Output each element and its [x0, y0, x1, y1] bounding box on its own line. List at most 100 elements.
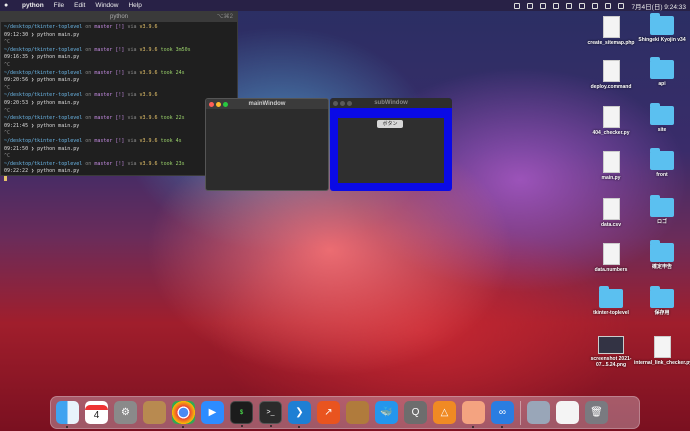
terminal-prompt: 09:21:50 ❯ python main.py: [4, 145, 80, 152]
folder-icon: [650, 240, 674, 262]
desktop-icon-label: api: [658, 81, 666, 87]
terminal-blank: ^C: [4, 84, 11, 91]
folder-icon: [599, 286, 623, 308]
terminal-via: via: [124, 115, 140, 122]
doc-icon: [602, 151, 620, 173]
document-icon[interactable]: [556, 401, 579, 424]
terminal-line: ^C: [4, 108, 234, 116]
desktop-icon[interactable]: Shingeki Kyojin v34: [634, 13, 690, 43]
contacts-icon[interactable]: [143, 401, 166, 424]
diagram-icon[interactable]: △: [433, 401, 456, 424]
desktop-icon[interactable]: 確定申告: [634, 240, 690, 270]
terminal-line: 09:20:53 ❯ python main.py: [4, 100, 234, 108]
desktop-icon[interactable]: deploy.command: [583, 60, 639, 90]
terminal-rest: on: [82, 115, 95, 122]
desktop-icon-label: internal_link_checker.py: [634, 360, 690, 366]
status-icon[interactable]: [514, 2, 521, 9]
sub-window-title: subWindow: [374, 100, 408, 106]
menu-help[interactable]: Help: [128, 2, 141, 9]
terminal-rest: on: [82, 46, 95, 53]
status-area: 7月4日(日) 9:24:33: [514, 1, 686, 11]
terminal-path: ~/desktop/tkinter-toplevel: [4, 69, 83, 76]
terminal-blank: ^C: [4, 153, 11, 160]
terminal-line: ~/desktop/tkinter-toplevel on master [!]…: [4, 115, 234, 123]
status-icon[interactable]: [566, 2, 573, 9]
terminal-titlebar[interactable]: python ⌥⌘2: [1, 12, 237, 22]
zoom-icon[interactable]: ▶: [201, 401, 224, 424]
iterm-icon[interactable]: $: [230, 401, 253, 427]
terminal-output[interactable]: ~/desktop/tkinter-toplevel on master [!]…: [1, 22, 237, 186]
menu-window[interactable]: Window: [95, 2, 118, 9]
terminal-branch: master [!]: [94, 160, 125, 167]
terminal-icon[interactable]: >_: [259, 401, 282, 427]
desktop-icon-label: data.csv: [600, 222, 621, 228]
quicktime-icon[interactable]: Q: [404, 401, 427, 424]
sub-window-titlebar[interactable]: subWindow: [330, 98, 452, 108]
terminal-py: v3.9.6: [139, 160, 158, 167]
thumb-icon: [598, 336, 624, 354]
folder-icon: [650, 195, 674, 217]
desktop-icon[interactable]: tkinter-toplevel: [583, 286, 639, 316]
terminal-line: ^C: [4, 85, 234, 93]
terminal-py: v3.9.6: [139, 69, 158, 76]
chrome-icon[interactable]: [172, 401, 195, 428]
infinity-icon[interactable]: ∞: [491, 401, 514, 428]
status-icon[interactable]: [553, 2, 560, 9]
screenshot-icon[interactable]: [527, 401, 550, 424]
menu-edit[interactable]: Edit: [74, 2, 85, 9]
terminal-line: ^C: [4, 153, 234, 161]
desktop-icon[interactable]: screenshot 2021-07...5.24.png: [583, 336, 639, 368]
desktop-icon-label: screenshot 2021-07...5.24.png: [590, 356, 632, 368]
trash-icon[interactable]: 🗑: [585, 401, 608, 424]
status-icon[interactable]: [540, 2, 547, 9]
docker-icon[interactable]: 🐳: [375, 401, 398, 424]
terminal-via: via: [124, 46, 140, 53]
terminal-took: took 24s: [157, 69, 185, 76]
menu-file[interactable]: File: [54, 2, 64, 9]
desktop-icon[interactable]: api: [634, 57, 690, 87]
terminal-line: ^C: [4, 62, 234, 70]
doc-icon: [653, 336, 671, 358]
tk-button[interactable]: ボタン: [377, 120, 403, 128]
apple-menu-icon[interactable]: ●: [4, 2, 12, 9]
sub-window[interactable]: subWindow: [330, 98, 452, 191]
bluetooth-icon[interactable]: [579, 2, 586, 9]
terminal-window[interactable]: python ⌥⌘2 ~/desktop/tkinter-toplevel on…: [0, 11, 238, 181]
main-window-titlebar[interactable]: mainWindow: [206, 99, 328, 109]
terminal-prompt: 09:22:22 ❯ python main.py: [4, 168, 80, 175]
terminal-prompt: 09:16:35 ❯ python main.py: [4, 54, 80, 61]
desktop-icon[interactable]: site: [634, 103, 690, 133]
trend-icon[interactable]: ↗: [317, 401, 340, 424]
archive-icon[interactable]: [346, 401, 369, 424]
wifi-icon[interactable]: [592, 2, 599, 9]
terminal-path: ~/desktop/tkinter-toplevel: [4, 115, 83, 122]
desktop-icon[interactable]: 404_checker.py: [583, 106, 639, 136]
app-menu[interactable]: python: [22, 2, 44, 9]
desktop-icon[interactable]: front: [634, 148, 690, 178]
terminal-line: 09:21:45 ❯ python main.py: [4, 123, 234, 131]
terminal-path: ~/desktop/tkinter-toplevel: [4, 46, 83, 53]
control-center-icon[interactable]: [618, 2, 625, 9]
main-window[interactable]: mainWindow: [205, 98, 329, 191]
desktop-icon[interactable]: create_sitemap.php: [583, 16, 639, 46]
clock[interactable]: 7月4日(日) 9:24:33: [631, 1, 686, 11]
search-icon[interactable]: [605, 2, 612, 9]
system-preferences-icon[interactable]: ⚙: [114, 401, 137, 424]
desktop-icon[interactable]: data.csv: [583, 198, 639, 228]
calendar-icon[interactable]: 4: [85, 401, 108, 424]
finder-icon[interactable]: [56, 401, 79, 428]
status-icon[interactable]: [527, 2, 534, 9]
desktop-icon[interactable]: main.py: [583, 151, 639, 181]
main-window-title: mainWindow: [248, 101, 286, 107]
terminal-blank: ^C: [4, 130, 11, 137]
desktop-icon[interactable]: 保存用: [634, 286, 690, 316]
desktop-icon-label: 404_checker.py: [592, 130, 630, 136]
desktop-icon[interactable]: internal_link_checker.py: [634, 336, 690, 366]
desktop-icon[interactable]: ロゴ: [634, 195, 690, 225]
folder-icon: [650, 286, 674, 308]
vscode-icon[interactable]: ❯: [288, 401, 311, 428]
terminal-via: via: [124, 24, 140, 30]
preview-icon[interactable]: [462, 401, 485, 428]
terminal-line: 09:20:56 ❯ python main.py: [4, 77, 234, 85]
desktop-icon[interactable]: data.numbers: [583, 243, 639, 273]
